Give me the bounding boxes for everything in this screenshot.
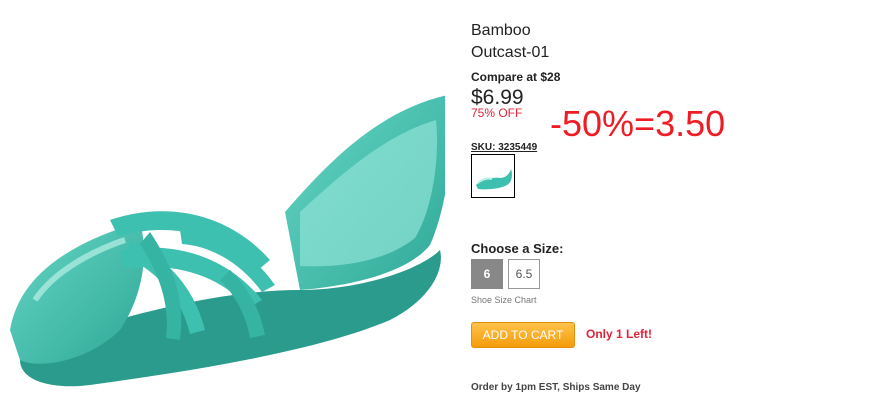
size-option-6-5[interactable]: 6.5 — [508, 259, 540, 289]
size-chart-link[interactable]: Shoe Size Chart — [471, 295, 537, 305]
price-annotation: -50%=3.50 — [550, 103, 726, 144]
compare-price: Compare at $28 — [471, 70, 561, 84]
stock-status: Only 1 Left! — [586, 327, 653, 341]
product-image[interactable] — [0, 0, 445, 414]
size-option-6[interactable]: 6 — [471, 259, 503, 289]
sku-label: SKU: 3235449 — [471, 142, 538, 153]
add-to-cart-button[interactable]: ADD TO CART — [471, 322, 575, 348]
choose-size-label: Choose a Size: — [471, 241, 564, 256]
discount-label: 75% OFF — [471, 106, 523, 120]
product-brand: Bamboo — [471, 22, 531, 39]
shipping-info: Order by 1pm EST, Ships Same Day — [471, 382, 641, 393]
swatch-shoe-icon — [476, 169, 512, 190]
color-swatch[interactable] — [471, 154, 515, 198]
product-model: Outcast-01 — [471, 44, 550, 61]
